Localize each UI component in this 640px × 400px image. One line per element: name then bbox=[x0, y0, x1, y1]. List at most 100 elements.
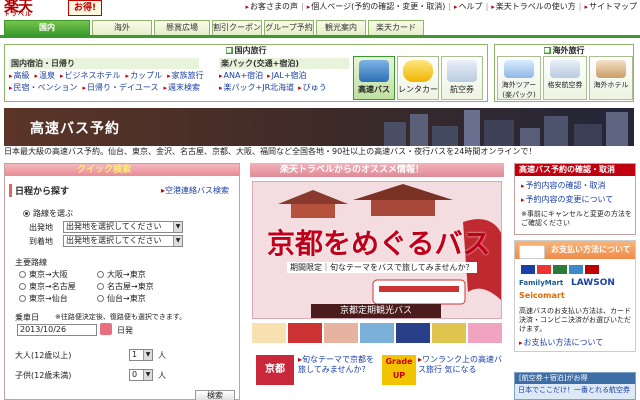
adult-select[interactable]: 1 ▼ bbox=[129, 349, 153, 361]
link-ana[interactable]: ANA+宿泊 bbox=[219, 70, 264, 82]
tab-domestic[interactable]: 国内 bbox=[4, 20, 90, 35]
top-link-guide[interactable]: 楽天トラベルの使い方 bbox=[490, 1, 577, 13]
payment-link[interactable]: お支払い方法について bbox=[519, 337, 604, 349]
calendar-icon[interactable] bbox=[100, 323, 112, 335]
promo-link-2[interactable]: ▸ワンランク上の高速バス旅行 気になる bbox=[418, 355, 502, 375]
thumb-7[interactable] bbox=[468, 323, 502, 343]
link-business[interactable]: ビジネスホテル bbox=[60, 70, 121, 82]
chevron-down-icon: ▼ bbox=[143, 370, 152, 380]
familymart-logo: FamilyMart bbox=[519, 279, 564, 287]
overseas-tour-button[interactable]: 海外ツアー(楽パック) bbox=[497, 56, 541, 100]
square-bullet-icon: ■ bbox=[543, 47, 551, 54]
reservation-manage-header: 高速バス予約の確認・取消 bbox=[515, 164, 635, 176]
route-tokyo-nagoya[interactable]: 東京→名古屋 bbox=[19, 281, 76, 292]
kyoto-subtitle: 期間限定｜旬なテーマをバスで旅してみませんか？ bbox=[287, 262, 477, 273]
amex-icon bbox=[569, 265, 583, 274]
rental-car-button[interactable]: レンタカー bbox=[397, 56, 439, 100]
thumb-6[interactable] bbox=[432, 323, 466, 343]
lawson-logo: LAWSON bbox=[571, 278, 615, 288]
child-label: 子供(12歳未満) bbox=[15, 371, 72, 380]
mastercard-icon bbox=[537, 265, 551, 274]
domestic-stay-title[interactable]: 国内宿泊・日帰り bbox=[9, 58, 199, 69]
radio-icon bbox=[19, 271, 26, 278]
link-couple[interactable]: カップル bbox=[126, 70, 162, 82]
date-input[interactable]: 2013/10/26 bbox=[17, 324, 97, 336]
link-view[interactable]: びゅう bbox=[298, 82, 327, 94]
search-button[interactable]: 検索 bbox=[195, 390, 235, 400]
date-label: 乗車日 bbox=[15, 313, 39, 322]
tab-overseas[interactable]: 海外 bbox=[92, 20, 152, 35]
overseas-travel-panel: ■ 海外旅行 海外ツアー(楽パック) 格安航空券 海外ホテル bbox=[494, 44, 634, 102]
from-select[interactable]: 出発地を選択してください ▼ bbox=[63, 221, 183, 233]
kyoto-thumb[interactable]: 京都 bbox=[256, 355, 294, 385]
radio-icon bbox=[97, 295, 104, 302]
kyoto-title: 京都をめぐるバス bbox=[267, 227, 491, 260]
rakuten-travel-logo[interactable]: 楽天 トラベル bbox=[4, 0, 62, 18]
air-hotel-sub: 日本でここだけ！一番とれる航空券 bbox=[518, 386, 630, 394]
day-label: 日発 bbox=[117, 326, 133, 335]
domestic-pack-title[interactable]: 楽パック(交通+宿泊) bbox=[219, 58, 349, 69]
radio-icon bbox=[97, 271, 104, 278]
tab-rakuten-card[interactable]: 楽天カード bbox=[368, 20, 424, 35]
main-tabs: 国内 海外 懸賞広場 割引クーポン グループ予約 観光案内 楽天カード bbox=[0, 20, 640, 38]
thumb-3[interactable] bbox=[324, 323, 358, 343]
top-link-voice[interactable]: お客さまの声 bbox=[245, 1, 300, 13]
tab-group[interactable]: グループ予約 bbox=[264, 20, 314, 35]
top-link-help[interactable]: ヘルプ bbox=[453, 1, 484, 13]
tab-sightseeing[interactable]: 観光案内 bbox=[316, 20, 366, 35]
domestic-header: ■ 国内旅行 bbox=[225, 46, 267, 55]
thumb-2[interactable] bbox=[288, 323, 322, 343]
link-weekend[interactable]: 週末検索 bbox=[163, 82, 200, 94]
route-osaka-tokyo[interactable]: 大阪→東京 bbox=[97, 269, 146, 280]
link-minshuku[interactable]: 民宿・ペンション bbox=[9, 82, 78, 94]
thumb-1[interactable] bbox=[252, 323, 286, 343]
link-luxury[interactable]: 高級 bbox=[9, 70, 30, 82]
kyoto-bus-banner[interactable]: 京都をめぐるバス 期間限定｜旬なテーマをバスで旅してみませんか？ 京都定期観光バ… bbox=[252, 181, 502, 319]
card-brand-icons bbox=[521, 265, 599, 274]
link-change[interactable]: 予約内容の変更について bbox=[521, 194, 614, 206]
highway-bus-button[interactable]: 高速バス bbox=[353, 56, 395, 100]
link-dayuse[interactable]: 日帰り・デイユース bbox=[83, 82, 158, 94]
bus-icon bbox=[359, 60, 389, 82]
airport-bus-link[interactable]: ▸空港連絡バス検索 bbox=[161, 185, 229, 196]
recommend-panel: 楽天トラベルからのオススメ情報！ 京都をめぐるバス 期間限定｜旬なテーマをバスで… bbox=[250, 163, 504, 400]
link-jr-hokkaido[interactable]: 楽パック+JR北海道 bbox=[219, 82, 295, 94]
kyoto-caption: 京都定期観光バス bbox=[311, 304, 441, 318]
route-tokyo-osaka[interactable]: 東京→大阪 bbox=[19, 269, 68, 280]
tab-prize[interactable]: 懸賞広場 bbox=[154, 20, 210, 35]
overseas-hotel-button[interactable]: 海外ホテル bbox=[589, 56, 633, 100]
link-jal[interactable]: JAL+宿泊 bbox=[267, 70, 307, 82]
car-icon bbox=[403, 60, 433, 82]
jcb-icon bbox=[553, 265, 567, 274]
link-onsen[interactable]: 温泉 bbox=[35, 70, 55, 82]
route-radio[interactable]: 路線を選ぶ bbox=[23, 208, 73, 219]
child-select[interactable]: 0 ▼ bbox=[129, 369, 153, 381]
to-select[interactable]: 出発地を選択してください ▼ bbox=[63, 235, 183, 247]
route-tokyo-sendai[interactable]: 東京→仙台 bbox=[19, 293, 68, 304]
thumb-4[interactable] bbox=[360, 323, 394, 343]
globe-icon bbox=[504, 60, 534, 78]
route-sendai-tokyo[interactable]: 仙台→東京 bbox=[97, 293, 146, 304]
main-routes-label: 主要路線 bbox=[15, 258, 47, 267]
airline-ticket-button[interactable]: 航空券 bbox=[441, 56, 483, 100]
tab-coupon[interactable]: 割引クーポン bbox=[212, 20, 262, 35]
top-link-mypage[interactable]: 個人ページ(予約の確認・変更・取消) bbox=[306, 1, 447, 13]
promo-link-1[interactable]: ▸旬なテーマで京都を旅してみませんか？ bbox=[298, 355, 380, 375]
radio-icon bbox=[19, 283, 26, 290]
grade-up-thumb[interactable]: Grade UP bbox=[382, 355, 416, 385]
air-hotel-banner[interactable]: [航空券＋宿泊]がお得 日本でここだけ！一番とれる航空券 bbox=[514, 372, 636, 400]
quick-search-panel: クイック検索 日程から探す ▸空港連絡バス検索 路線を選ぶ 出発地 出発地を選択… bbox=[4, 163, 240, 400]
cheap-airfare-button[interactable]: 格安航空券 bbox=[543, 56, 587, 100]
otoku-badge[interactable]: お得! bbox=[68, 0, 102, 16]
quick-search-header: クイック検索 bbox=[5, 164, 239, 176]
square-bullet-icon: ■ bbox=[225, 47, 233, 54]
link-family[interactable]: 家族旅行 bbox=[167, 70, 204, 82]
link-check-cancel[interactable]: 予約内容の確認・取消 bbox=[521, 180, 606, 192]
top-link-sitemap[interactable]: サイトマップ bbox=[583, 1, 638, 13]
reservation-manage-panel: 高速バス予約の確認・取消 予約内容の確認・取消 予約内容の変更について ※事前に… bbox=[514, 163, 636, 235]
hotel-icon bbox=[596, 60, 626, 78]
thumb-5[interactable] bbox=[396, 323, 430, 343]
child-unit: 人 bbox=[158, 371, 166, 380]
air-hotel-header: [航空券＋宿泊]がお得 bbox=[515, 373, 635, 384]
route-nagoya-tokyo[interactable]: 名古屋→東京 bbox=[97, 281, 154, 292]
